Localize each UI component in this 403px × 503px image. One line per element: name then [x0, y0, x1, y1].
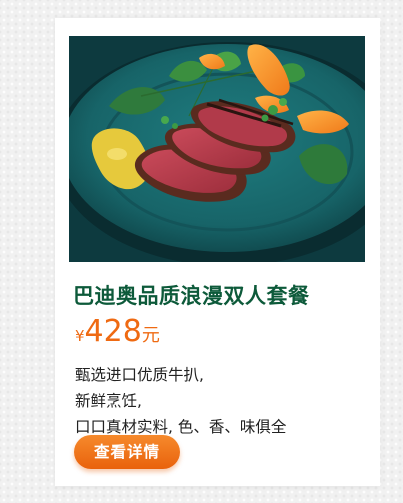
- price-value: 428: [84, 314, 142, 349]
- description-line: 甄选进口优质牛扒,: [75, 366, 204, 384]
- price-currency-symbol: ¥: [75, 327, 85, 345]
- product-title: 巴迪奥品质浪漫双人套餐: [73, 284, 310, 308]
- price-unit: 元: [141, 325, 160, 346]
- view-details-button[interactable]: 查看详情: [74, 435, 180, 469]
- product-card: 巴迪奥品质浪漫双人套餐 ¥428元 甄选进口优质牛扒, 新鲜烹饪, 口口真材实料…: [55, 18, 380, 486]
- product-price: ¥428元: [75, 314, 160, 349]
- steak-dish-photo: [69, 36, 365, 262]
- product-description: 甄选进口优质牛扒, 新鲜烹饪, 口口真材实料, 色、香、味俱全: [75, 362, 286, 440]
- description-line: 新鲜烹饪,: [75, 392, 142, 410]
